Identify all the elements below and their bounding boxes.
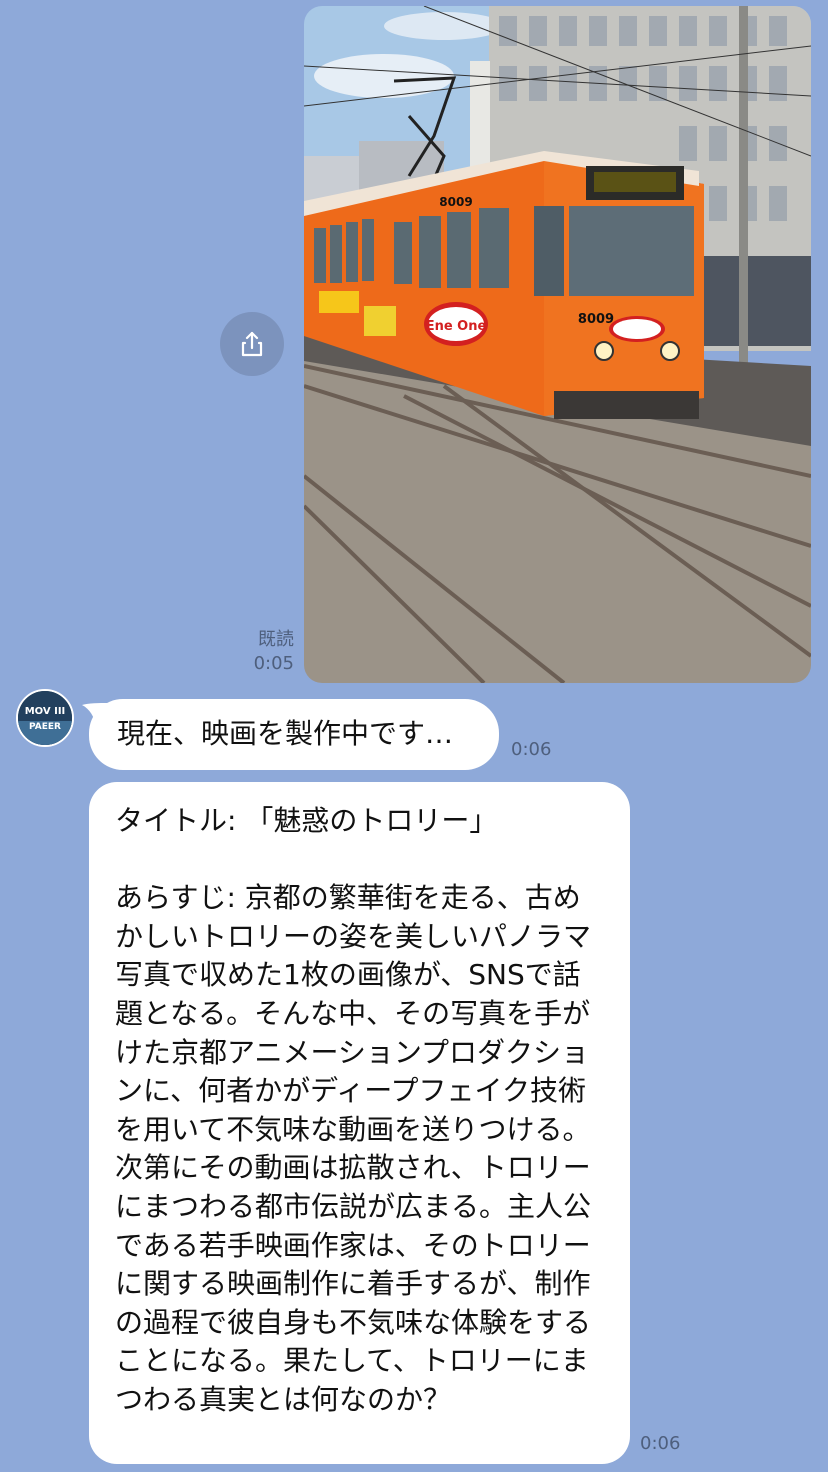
share-button[interactable] (220, 312, 284, 376)
ad-logo-text: Ene One (426, 319, 487, 334)
tram-number-side: 8009 (439, 195, 472, 209)
tram-photo: Ene One 8009 8009 (304, 6, 811, 683)
read-status: 既読 (258, 629, 294, 650)
share-icon (241, 331, 263, 357)
photo-message-time: 0:05 (253, 653, 294, 674)
message-bubble[interactable]: タイトル: 「魅惑のトロリー」 あらすじ: 京都の繁華街を走る、古めかしいトロリ… (89, 782, 630, 1464)
message-bubble[interactable]: 現在、映画を製作中です… (89, 699, 499, 770)
photo-message[interactable]: Ene One 8009 8009 (304, 6, 811, 683)
avatar-text-line2: PAEER (29, 722, 61, 732)
message-time: 0:06 (640, 1433, 681, 1454)
sender-avatar[interactable]: MOV III PAEER (16, 689, 74, 747)
avatar-image: MOV III PAEER (18, 691, 72, 745)
movie-title: タイトル: 「魅惑のトロリー」 (115, 804, 498, 837)
message-text: 現在、映画を製作中です… (117, 717, 454, 750)
movie-synopsis: あらすじ: 京都の繁華街を走る、古めかしいトロリーの姿を美しいパノラマ写真で収め… (115, 881, 592, 1416)
tram-number: 8009 (578, 312, 614, 327)
photo-message-meta: 既読 0:05 (254, 628, 294, 676)
message-time: 0:06 (511, 739, 552, 760)
avatar-text-line1: MOV III (25, 706, 66, 717)
